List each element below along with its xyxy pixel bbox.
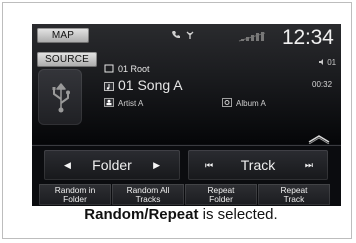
track-control[interactable]: ⏮ Track ⏭ [188, 150, 328, 180]
clock: 12:34 [282, 26, 334, 49]
album-row: Album A [222, 98, 266, 108]
artist-icon [104, 98, 114, 107]
elapsed-time: 00:32 [312, 80, 333, 89]
song-row: 01 Song A [104, 77, 183, 93]
next-track-icon[interactable]: ⏭ [305, 150, 313, 180]
folder-path: 01 Root [118, 64, 150, 74]
random-in-folder-button[interactable]: Random in Folder [39, 184, 111, 205]
scroll-up-icon[interactable] [308, 134, 330, 144]
folder-control[interactable]: ◀ Folder ▶ [44, 150, 180, 180]
album-icon [222, 98, 232, 107]
music-note-icon [104, 82, 114, 91]
caption-bold-text: Random/Repeat [84, 206, 199, 223]
now-playing-area: MAP SOURCE 12:34 01 01 Root 01 Song A 00… [32, 24, 341, 144]
track-number-label: 01 [327, 58, 337, 67]
status-icons [171, 30, 211, 42]
source-button[interactable]: SOURCE [37, 52, 97, 67]
random-all-tracks-label-line-2: Tracks [135, 194, 161, 204]
figure-frame: MAP SOURCE 12:34 01 01 Root 01 Song A 00… [2, 2, 352, 239]
track-count: 01 [319, 58, 336, 68]
repeat-folder-button[interactable]: Repeat Folder [185, 184, 257, 205]
repeat-track-button[interactable]: Repeat Track [258, 184, 330, 205]
phone-icon [171, 30, 182, 43]
random-in-folder-label-line-2: Folder [63, 194, 87, 204]
artist-name: Artist A [118, 99, 144, 108]
speaker-icon [319, 58, 327, 67]
repeat-folder-label-line-2: Folder [209, 194, 233, 204]
repeat-track-label-line-2: Track [283, 194, 305, 204]
next-folder-icon[interactable]: ▶ [153, 150, 160, 180]
artist-row: Artist A [104, 98, 143, 108]
map-button[interactable]: MAP [37, 28, 89, 43]
folder-path-row: 01 Root [104, 64, 150, 74]
folder-icon [104, 64, 114, 73]
antenna-icon [185, 30, 196, 43]
album-name: Album A [236, 99, 266, 108]
song-title: 01 Song A [118, 77, 183, 93]
random-all-tracks-button[interactable]: Random All Tracks [112, 184, 184, 205]
usb-icon [52, 83, 70, 113]
caption-rest-text: is selected. [198, 206, 278, 223]
caption: Random/Repeat is selected. [3, 206, 356, 223]
infotainment-screen: MAP SOURCE 12:34 01 01 Root 01 Song A 00… [32, 24, 341, 206]
signal-icon [238, 32, 266, 42]
usb-source-panel [38, 69, 82, 125]
section-divider [32, 145, 341, 146]
